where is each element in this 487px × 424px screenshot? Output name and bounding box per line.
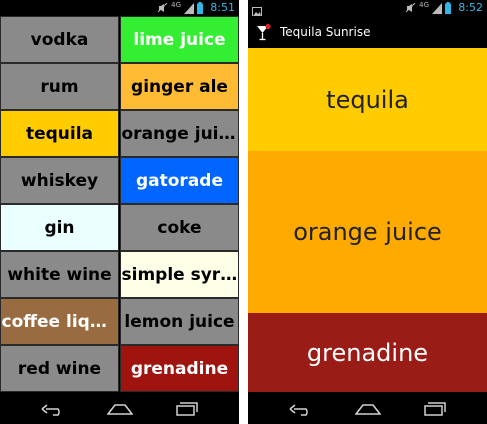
- recents-button[interactable]: [420, 400, 450, 418]
- home-icon: [355, 404, 381, 415]
- ingredient-band-orange-juice: orange juice: [248, 151, 487, 313]
- back-button[interactable]: [286, 400, 316, 418]
- drink-label: white wine: [7, 264, 112, 285]
- drink-button-vodka[interactable]: vodka: [0, 16, 119, 63]
- signal-icon: [184, 2, 194, 14]
- drink-button-lemon-juice[interactable]: lemon juice: [120, 298, 239, 345]
- clock: 8:52: [458, 1, 483, 14]
- battery-icon: [445, 2, 451, 14]
- drink-label: whiskey: [20, 170, 99, 191]
- drink-button-coke[interactable]: coke: [120, 204, 239, 251]
- status-bar: 4G 8:52: [248, 0, 487, 17]
- spirits-column: vodka rum tequila whiskey gin white wine coffe…: [0, 16, 119, 392]
- back-icon: [41, 404, 60, 416]
- mute-icon: [158, 3, 168, 13]
- drink-button-gatorade[interactable]: gatorade: [120, 157, 239, 204]
- drink-label: tequila: [25, 123, 94, 144]
- drink-label: rum: [40, 76, 79, 97]
- recents-icon: [176, 402, 198, 416]
- drink-label: gatorade: [135, 170, 223, 191]
- ingredient-label: orange juice: [293, 218, 442, 246]
- home-button[interactable]: [353, 400, 383, 418]
- drink-label: lemon juice: [124, 311, 235, 332]
- status-icons: 4G: [158, 1, 203, 14]
- drink-button-ginger-ale[interactable]: ginger ale: [120, 63, 239, 110]
- drink-label: orange juice: [121, 123, 238, 144]
- battery-icon: [197, 2, 203, 14]
- drink-label: coke: [157, 217, 202, 238]
- ingredient-band-tequila: tequila: [248, 48, 487, 151]
- drink-button-orange-juice[interactable]: orange juice: [120, 110, 239, 157]
- drink-button-red-wine[interactable]: red wine: [0, 345, 119, 392]
- back-icon: [289, 404, 308, 416]
- status-icons: 4G: [406, 1, 451, 14]
- recents-button[interactable]: [172, 400, 202, 418]
- drink-label: lime juice: [133, 29, 226, 50]
- ingredient-label: tequila: [326, 85, 409, 114]
- ingredient-band-grenadine: grenadine: [248, 313, 487, 392]
- status-bar: 4G 8:51: [0, 0, 239, 16]
- ingredient-label: grenadine: [306, 338, 429, 367]
- network-type: 4G: [419, 1, 429, 9]
- action-bar: Tequila Sunrise: [248, 16, 487, 48]
- drink-button-white-wine[interactable]: white wine: [0, 251, 119, 298]
- drink-button-simple-syrup[interactable]: simple syrup: [120, 251, 239, 298]
- home-icon: [107, 404, 133, 415]
- drink-label: simple syrup: [121, 264, 238, 285]
- navigation-bar: [248, 392, 487, 424]
- cocktail-glass-icon[interactable]: [255, 23, 273, 41]
- mute-icon: [406, 3, 416, 13]
- home-button[interactable]: [105, 400, 135, 418]
- drink-label: vodka: [30, 29, 89, 50]
- drink-label: ginger ale: [131, 76, 228, 97]
- phone-screen-drink-list: 4G 8:51 vodka rum tequila whiskey gin white w…: [0, 0, 239, 424]
- recents-icon: [424, 402, 446, 416]
- drink-button-grenadine[interactable]: grenadine: [120, 345, 239, 392]
- drink-button-coffee-liqu[interactable]: coffee liqu...: [0, 298, 119, 345]
- drink-button-rum[interactable]: rum: [0, 63, 119, 110]
- drink-label: grenadine: [130, 358, 229, 379]
- drink-button-lime-juice[interactable]: lime juice: [120, 16, 239, 63]
- mixers-column: lime juice ginger ale orange juice gatorade…: [120, 16, 239, 392]
- drink-label: red wine: [17, 358, 102, 379]
- network-type: 4G: [171, 1, 181, 9]
- drink-label: coffee liqu...: [1, 311, 118, 332]
- page-title: Tequila Sunrise: [280, 25, 371, 39]
- drink-button-whiskey[interactable]: whiskey: [0, 157, 119, 204]
- back-button[interactable]: [38, 400, 68, 418]
- phone-screen-recipe: 4G 8:52 Tequila Sunrise tequila orange ju…: [248, 0, 487, 424]
- drink-button-tequila[interactable]: tequila: [0, 110, 119, 157]
- drink-label: gin: [44, 217, 75, 238]
- drink-button-gin[interactable]: gin: [0, 204, 119, 251]
- navigation-bar: [0, 392, 239, 424]
- clock: 8:51: [210, 1, 235, 14]
- signal-icon: [432, 2, 442, 14]
